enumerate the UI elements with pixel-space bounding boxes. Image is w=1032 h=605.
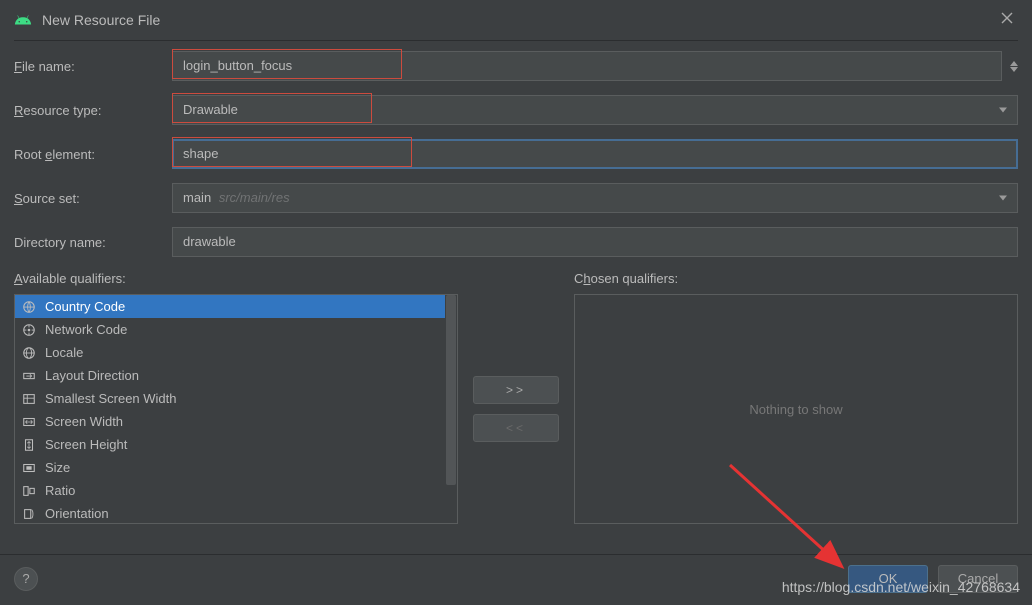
android-studio-icon (14, 11, 32, 29)
help-button[interactable]: ? (14, 567, 38, 591)
footer: ? OK Cancel (0, 554, 1032, 605)
available-qualifiers-header: Available qualifiers: (14, 271, 458, 286)
list-item-label: Orientation (45, 505, 109, 522)
size-icon (21, 460, 37, 476)
list-item[interactable]: Locale (15, 341, 457, 364)
form: File name: login_button_focus Resource t… (0, 41, 1032, 257)
list-item-label: Locale (45, 344, 83, 361)
file-name-label: File name: (14, 59, 172, 74)
source-set-value: main (183, 190, 211, 205)
chosen-empty-text: Nothing to show (749, 402, 842, 417)
list-item[interactable]: Layout Direction (15, 364, 457, 387)
source-set-hint: src/main/res (219, 190, 290, 205)
scrollbar[interactable] (445, 295, 457, 523)
root-element-value: shape (183, 146, 218, 161)
list-item-label: Screen Height (45, 436, 127, 453)
title-bar: New Resource File (0, 0, 1032, 40)
available-qualifiers-list[interactable]: Country Code Network Code Locale Layout Dir… (14, 294, 458, 524)
list-item-label: Layout Direction (45, 367, 139, 384)
ok-button[interactable]: OK (848, 565, 928, 593)
root-element-input[interactable]: shape (172, 139, 1018, 169)
list-item-label: Country Code (45, 298, 125, 315)
chosen-qualifiers-header: Chosen qualifiers: (574, 271, 1018, 286)
screen-h-icon (21, 437, 37, 453)
sort-icon[interactable] (1010, 61, 1018, 72)
remove-qualifier-button[interactable]: << (473, 414, 559, 442)
list-item[interactable]: Size (15, 456, 457, 479)
list-item-label: Smallest Screen Width (45, 390, 177, 407)
file-name-input[interactable]: login_button_focus (172, 51, 1002, 81)
list-item-label: Screen Width (45, 413, 123, 430)
list-item[interactable]: Country Code (15, 295, 457, 318)
globe-icon (21, 299, 37, 315)
orientation-icon (21, 506, 37, 522)
list-item[interactable]: Smallest Screen Width (15, 387, 457, 410)
scrollbar-thumb[interactable] (446, 295, 456, 485)
direction-icon (21, 368, 37, 384)
list-item-label: Ratio (45, 482, 75, 499)
list-item[interactable]: Screen Width (15, 410, 457, 433)
close-button[interactable] (996, 9, 1018, 31)
resource-type-value: Drawable (183, 102, 238, 117)
chevron-down-icon (999, 196, 1007, 201)
list-item-label: Network Code (45, 321, 127, 338)
file-name-value: login_button_focus (183, 58, 292, 73)
list-item[interactable]: Screen Height (15, 433, 457, 456)
chosen-qualifiers-list[interactable]: Nothing to show (574, 294, 1018, 524)
ratio-icon (21, 483, 37, 499)
add-qualifier-button[interactable]: >> (473, 376, 559, 404)
source-set-label: Source set: (14, 191, 172, 206)
directory-name-input[interactable]: drawable (172, 227, 1018, 257)
source-set-dropdown[interactable]: main src/main/res (172, 183, 1018, 213)
smallest-icon (21, 391, 37, 407)
screen-w-icon (21, 414, 37, 430)
resource-type-label: Resource type: (14, 103, 172, 118)
directory-name-label: Directory name: (14, 235, 172, 250)
window-title: New Resource File (42, 12, 160, 28)
list-item[interactable]: Orientation (15, 502, 457, 524)
list-item[interactable]: Network Code (15, 318, 457, 341)
cancel-button[interactable]: Cancel (938, 565, 1018, 593)
chevron-down-icon (999, 108, 1007, 113)
list-item[interactable]: Ratio (15, 479, 457, 502)
globe2-icon (21, 345, 37, 361)
qualifiers-panel: Available qualifiers: Country Code Networ… (0, 271, 1032, 524)
directory-name-value: drawable (183, 234, 236, 249)
root-element-label: Root element: (14, 147, 172, 162)
resource-type-dropdown[interactable]: Drawable (172, 95, 1018, 125)
network-icon (21, 322, 37, 338)
list-item-label: Size (45, 459, 70, 476)
